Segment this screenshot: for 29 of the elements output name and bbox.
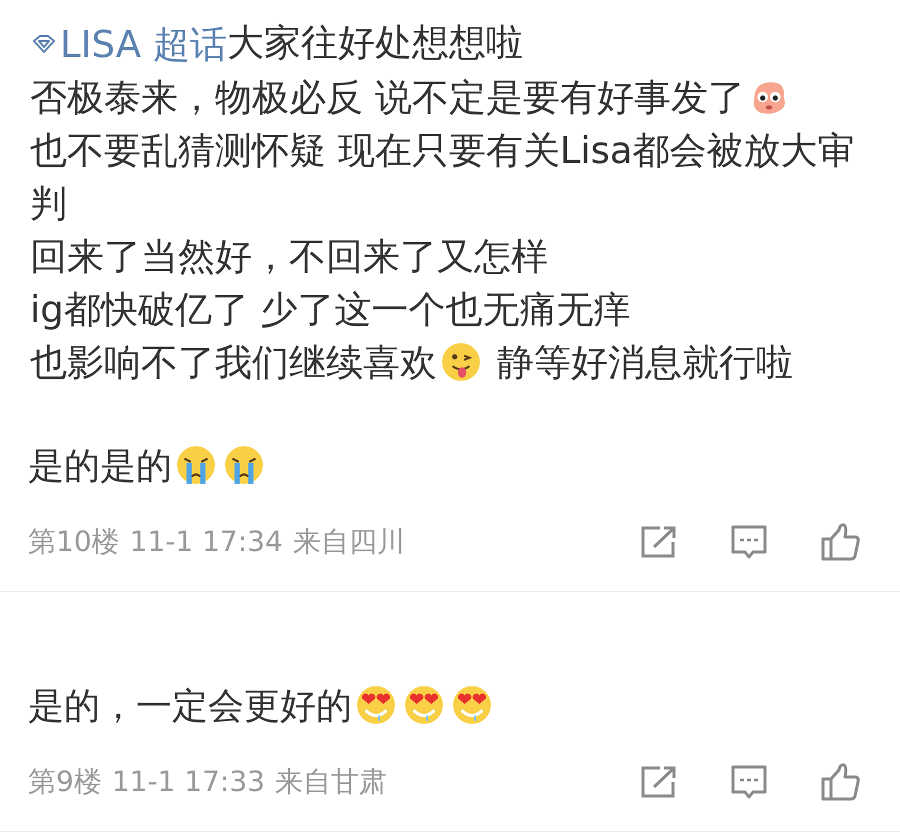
comment-location: 来自甘肃 bbox=[274, 764, 387, 800]
heart-eyes-face-icon bbox=[403, 684, 445, 726]
share-icon[interactable] bbox=[640, 524, 678, 558]
heart-eyes-face-icon bbox=[451, 684, 493, 726]
post-text: 也不要乱猜测怀疑 现在只要有关Lisa都会被放大审判 bbox=[30, 128, 855, 224]
post-text: ig都快破亿了 少了这一个也无痛无痒 bbox=[30, 288, 631, 330]
floor-number: 第9楼 bbox=[28, 764, 102, 800]
crying-face-icon bbox=[175, 444, 217, 486]
topic-link[interactable]: LISA 超话 bbox=[60, 18, 227, 70]
thumbs-up-icon[interactable] bbox=[820, 522, 860, 562]
comment-time: 11-1 17:34 bbox=[130, 524, 283, 560]
comment-time: 11-1 17:33 bbox=[112, 764, 265, 800]
post-text: 也影响不了我们继续喜欢 bbox=[30, 340, 437, 384]
crying-face-icon bbox=[223, 444, 265, 486]
comment-icon[interactable] bbox=[730, 764, 768, 800]
diamond-icon bbox=[30, 33, 58, 55]
thumbs-up-icon[interactable] bbox=[820, 762, 860, 802]
comment-text: 是的，一定会更好的 bbox=[28, 686, 352, 726]
post-text: 静等好消息就行啦 bbox=[496, 340, 793, 384]
winking-tongue-face-icon bbox=[440, 340, 482, 382]
post-text: 大家往好处想想啦 bbox=[226, 21, 523, 64]
post-text: 回来了当然好，不回来了又怎样 bbox=[30, 234, 548, 278]
heart-eyes-face-icon bbox=[355, 684, 397, 726]
floor-number: 第10楼 bbox=[28, 524, 120, 560]
comment-text: 是的是的 bbox=[28, 446, 172, 486]
post-text: 否极泰来，物极必反 说不定是要有好事发了 bbox=[30, 76, 745, 118]
comment-icon[interactable] bbox=[730, 524, 768, 560]
share-icon[interactable] bbox=[640, 764, 678, 798]
comment-location: 来自四川 bbox=[292, 524, 405, 560]
